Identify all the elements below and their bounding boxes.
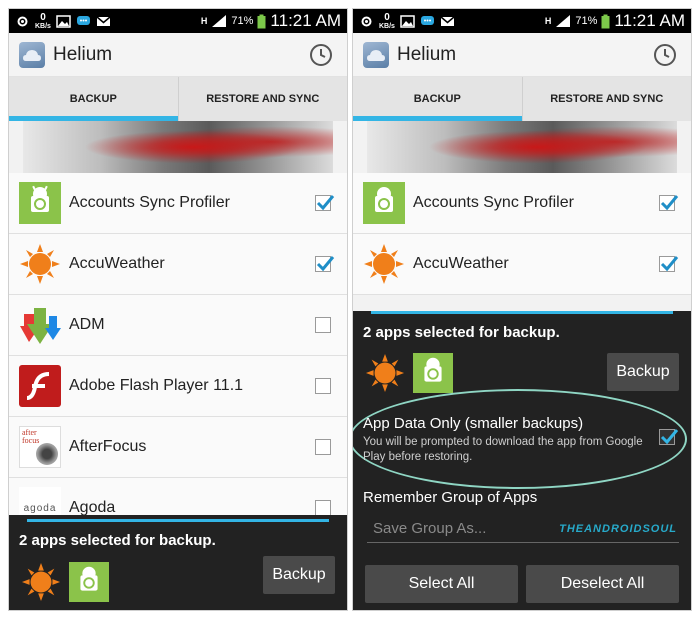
battery-percent: 71% <box>575 15 598 27</box>
tab-backup[interactable]: BACKUP <box>353 77 523 121</box>
watermark: THEANDROIDSOUL <box>559 523 677 535</box>
backup-button[interactable]: Backup <box>607 353 679 391</box>
messenger-icon <box>76 15 90 25</box>
status-bar: 0 KB/s H 71% 11:21 AM <box>9 9 347 33</box>
backup-options-dialog: 2 apps selected for backup. Backup App D… <box>353 311 691 610</box>
gallery-icon <box>56 14 71 28</box>
action-bar: Helium <box>9 33 347 77</box>
battery-icon <box>257 14 266 28</box>
app-checkbox[interactable] <box>315 256 335 272</box>
network-type-indicator: H <box>544 16 552 26</box>
app-checkbox[interactable] <box>315 500 331 516</box>
android-sync-icon <box>413 353 453 393</box>
tab-restore-and-sync[interactable]: RESTORE AND SYNC <box>523 77 692 121</box>
clock: 11:21 AM <box>614 11 685 30</box>
messenger-icon <box>420 15 434 25</box>
deselect-all-button[interactable]: Deselect All <box>526 565 679 603</box>
history-clock-icon[interactable] <box>653 43 677 67</box>
clock: 11:21 AM <box>270 11 341 30</box>
app-name: ADM <box>69 316 105 333</box>
promo-banner <box>23 121 333 173</box>
app-title: Helium <box>397 43 457 65</box>
selection-panel: 2 apps selected for backup. Backup <box>9 515 347 610</box>
helium-logo-icon[interactable] <box>19 41 45 68</box>
app-list: Accounts Sync Profiler AccuWeather ADM A… <box>9 173 347 539</box>
helium-logo-icon[interactable] <box>363 41 389 68</box>
list-item[interactable]: Accounts Sync Profiler <box>353 173 691 234</box>
app-name: AccuWeather <box>413 255 509 272</box>
app-title: Helium <box>53 43 113 65</box>
signal-icon <box>212 15 227 27</box>
app-name: AfterFocus <box>69 438 147 455</box>
net-speed-indicator: 0 KB/s <box>35 11 51 30</box>
android-sync-icon <box>69 562 109 602</box>
download-arrows-icon <box>20 308 61 344</box>
option-subtitle: You will be prompted to download the app… <box>363 436 643 463</box>
list-item[interactable]: Adobe Flash Player 11.1 <box>9 356 347 417</box>
list-item[interactable]: AccuWeather <box>353 234 691 295</box>
promo-banner <box>367 121 677 173</box>
battery-icon <box>601 14 610 28</box>
action-bar: Helium <box>353 33 691 77</box>
battery-percent: 71% <box>231 15 254 27</box>
sun-icon <box>364 244 404 284</box>
settings-notification-icon <box>361 16 372 26</box>
tab-backup[interactable]: BACKUP <box>9 77 179 121</box>
right-screen: 0 KB/s H 71% 11:21 AM Helium BACKUP RESTO… <box>352 8 692 611</box>
app-data-only-option[interactable]: App Data Only (smaller backups) You will… <box>363 415 643 465</box>
left-screen: 0 KB/s H 71% 11:21 AM Helium BACKUP RESTO… <box>8 8 348 611</box>
app-name: Accounts Sync Profiler <box>69 194 230 211</box>
gmail-icon <box>440 15 455 26</box>
sun-icon <box>21 562 61 602</box>
app-checkbox[interactable] <box>315 195 335 211</box>
app-list: Accounts Sync Profiler AccuWeather <box>353 173 691 295</box>
app-name: AccuWeather <box>69 255 165 272</box>
list-item[interactable]: Accounts Sync Profiler <box>9 173 347 234</box>
list-item[interactable]: AccuWeather <box>9 234 347 295</box>
option-title: App Data Only (smaller backups) <box>363 415 584 432</box>
tab-bar: BACKUP RESTORE AND SYNC <box>9 77 347 121</box>
gallery-icon <box>400 14 415 28</box>
backup-button[interactable]: Backup <box>263 556 335 594</box>
sun-icon <box>20 244 60 284</box>
remember-group-label: Remember Group of Apps <box>363 489 538 506</box>
app-name: Accounts Sync Profiler <box>413 194 574 211</box>
android-sync-icon <box>363 182 405 224</box>
sun-icon <box>365 353 405 393</box>
app-data-only-checkbox[interactable] <box>659 429 679 445</box>
app-checkbox[interactable] <box>659 195 679 211</box>
settings-notification-icon <box>17 16 28 26</box>
status-bar: 0 KB/s H 71% 11:21 AM <box>353 9 691 33</box>
select-all-button[interactable]: Select All <box>365 565 518 603</box>
network-type-indicator: H <box>200 16 208 26</box>
history-clock-icon[interactable] <box>309 43 333 67</box>
signal-icon <box>556 15 571 27</box>
list-item[interactable]: ADM <box>9 295 347 356</box>
net-speed-indicator: 0 KB/s <box>379 11 395 30</box>
list-item[interactable]: after focus AfterFocus <box>9 417 347 478</box>
gmail-icon <box>96 15 111 26</box>
afterfocus-icon: after focus <box>19 426 61 468</box>
android-sync-icon <box>19 182 61 224</box>
tab-bar: BACKUP RESTORE AND SYNC <box>353 77 691 121</box>
flash-icon <box>19 365 61 407</box>
app-checkbox[interactable] <box>315 378 331 394</box>
app-checkbox[interactable] <box>315 317 331 333</box>
app-name: Adobe Flash Player 11.1 <box>69 377 244 394</box>
selection-count-text: 2 apps selected for backup. <box>363 324 560 341</box>
app-checkbox[interactable] <box>315 439 331 455</box>
selection-count-text: 2 apps selected for backup. <box>19 532 216 549</box>
app-checkbox[interactable] <box>659 256 679 272</box>
tab-restore-and-sync[interactable]: RESTORE AND SYNC <box>179 77 348 121</box>
